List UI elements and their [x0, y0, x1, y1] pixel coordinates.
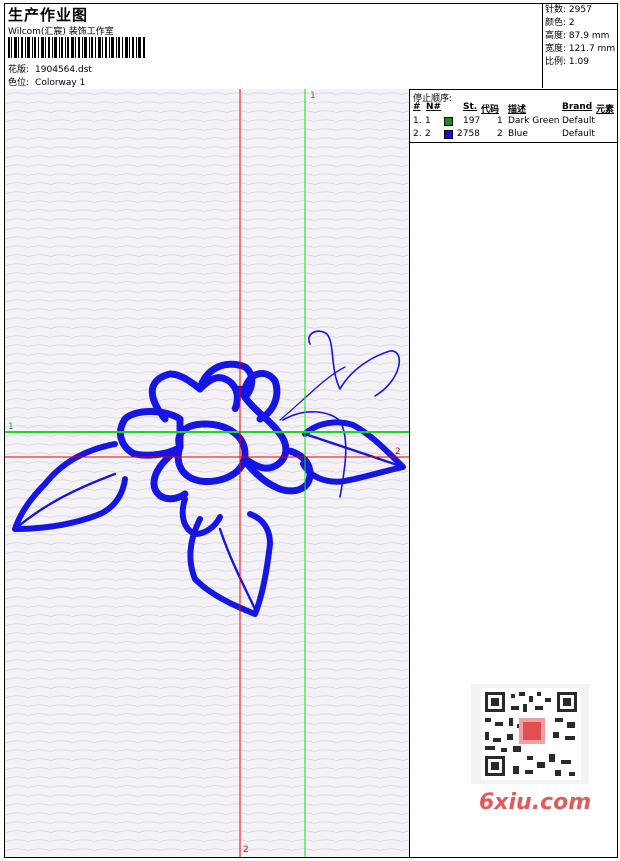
embroidery-drawing [5, 89, 409, 857]
sheet-header: 生产作业图 Wilcom(汇宸) 装饰工作室 花版: 1904564.dst 色… [5, 4, 617, 90]
col-element: 元素 [596, 105, 615, 115]
qr-code [471, 684, 589, 784]
col-stitches: St. [463, 102, 478, 112]
col-brand: Brand [562, 102, 593, 112]
thread-color-swatch [444, 130, 453, 139]
design-file-label: 花版: [8, 65, 30, 75]
colorway-label: 色位: [8, 78, 30, 88]
page-title: 生产作业图 [8, 6, 89, 24]
green-v-axis-label: 1 [310, 91, 316, 101]
red-v-axis-label: 2 [243, 845, 249, 855]
spec-scale: 比例: 1.09 [545, 57, 589, 67]
stop-sequence-panel: 停止顺序: # N# St. 代码 描述 Brand 元素 1. 1 197 1… [410, 89, 617, 143]
col-number: N# [426, 102, 442, 112]
thread-color-swatch [444, 117, 453, 126]
design-preview: 1 1 2 2 [5, 89, 410, 857]
design-file-line: 花版: 1904564.dst [8, 62, 92, 75]
red-h-axis-label: 2 [395, 447, 401, 457]
site-watermark: 6xiu.com [479, 790, 592, 815]
spec-stitches: 针数: 2957 [545, 5, 592, 15]
studio-name: Wilcom(汇宸) 装饰工作室 [8, 27, 114, 37]
design-file-value: 1904564.dst [35, 65, 92, 75]
col-index: # [413, 102, 421, 112]
spec-panel: 针数: 2957 颜色: 2 高度: 87.9 mm 宽度: 121.7 mm … [542, 4, 618, 88]
spec-width: 宽度: 121.7 mm [545, 44, 616, 54]
green-h-axis-label: 1 [8, 422, 14, 432]
production-sheet: 生产作业图 Wilcom(汇宸) 装饰工作室 花版: 1904564.dst 色… [4, 3, 618, 858]
colorway-line: 色位: Colorway 1 [8, 75, 85, 88]
col-code: 代码 [481, 105, 500, 115]
spec-colors: 颜色: 2 [545, 18, 575, 28]
spec-height: 高度: 87.9 mm [545, 31, 610, 41]
colorway-value: Colorway 1 [35, 78, 86, 88]
col-description: 描述 [508, 105, 527, 115]
barcode [8, 37, 145, 58]
